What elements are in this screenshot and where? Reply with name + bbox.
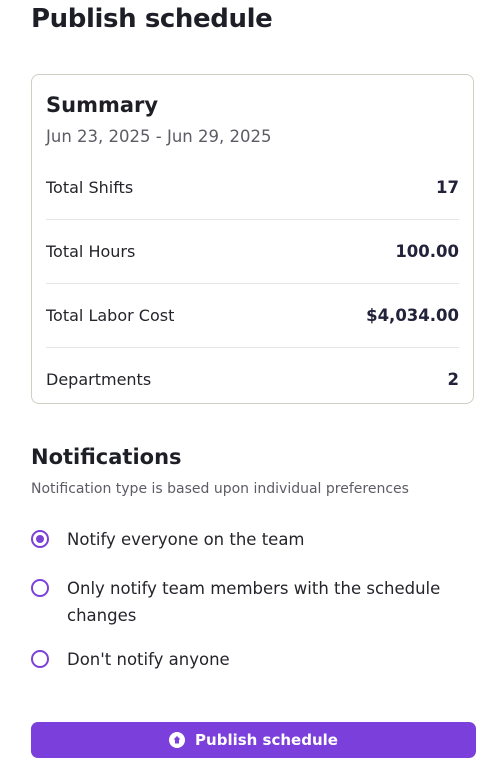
publish-schedule-button[interactable]: Publish schedule <box>31 722 476 758</box>
radio-notify-everyone[interactable]: Notify everyone on the team <box>31 526 461 553</box>
summary-card: Summary Jun 23, 2025 - Jun 29, 2025 Tota… <box>31 74 474 404</box>
stat-row-total-hours: Total Hours 100.00 <box>46 219 459 284</box>
stat-value: 100.00 <box>395 241 459 261</box>
summary-date-range: Jun 23, 2025 - Jun 29, 2025 <box>46 127 272 146</box>
stat-label: Departments <box>46 369 152 389</box>
radio-button-selected-icon[interactable] <box>31 530 49 548</box>
notifications-title: Notifications <box>31 445 182 469</box>
arrow-up-circle-icon <box>169 732 186 748</box>
radio-button-icon[interactable] <box>31 650 49 668</box>
page-title: Publish schedule <box>31 4 273 34</box>
summary-title: Summary <box>46 93 159 117</box>
stat-label: Total Labor Cost <box>46 305 175 325</box>
radio-label: Don't notify anyone <box>67 650 230 669</box>
radio-notify-none[interactable]: Don't notify anyone <box>31 646 461 673</box>
stat-value: 2 <box>447 369 459 389</box>
stat-label: Total Shifts <box>46 177 134 197</box>
stat-value: 17 <box>436 177 459 197</box>
radio-label: Only notify team members with the schedu… <box>67 579 441 625</box>
radio-notify-changed-members[interactable]: Only notify team members with the schedu… <box>31 575 461 629</box>
stat-row-total-labor-cost: Total Labor Cost $4,034.00 <box>46 283 459 348</box>
publish-button-label: Publish schedule <box>195 731 338 749</box>
stat-value: $4,034.00 <box>366 305 459 325</box>
stat-label: Total Hours <box>46 241 136 261</box>
stat-row-total-shifts: Total Shifts 17 <box>46 155 459 220</box>
stat-row-departments: Departments 2 <box>46 347 459 411</box>
notifications-subtitle: Notification type is based upon individu… <box>31 481 409 497</box>
radio-button-icon[interactable] <box>31 579 49 597</box>
radio-label: Notify everyone on the team <box>67 530 305 549</box>
